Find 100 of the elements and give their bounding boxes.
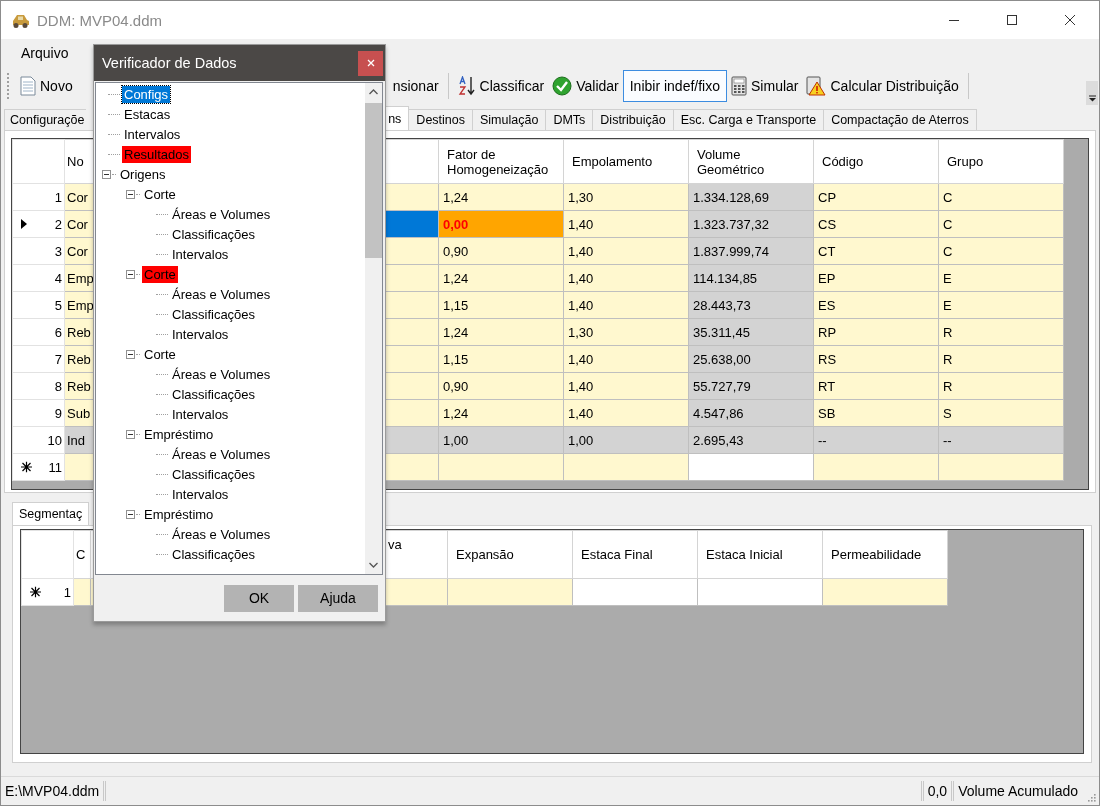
table-cell[interactable]: 1,15 xyxy=(438,291,564,319)
row-header[interactable]: 4 xyxy=(12,264,65,292)
collapse-icon[interactable] xyxy=(126,349,135,359)
tree-item[interactable]: Intervalos xyxy=(170,245,231,263)
collapse-icon[interactable] xyxy=(126,269,135,279)
table-cell[interactable]: CT xyxy=(813,237,939,265)
row-header[interactable]: 5 xyxy=(12,291,65,319)
collapse-icon[interactable] xyxy=(126,509,135,519)
tree-item[interactable]: Classificações xyxy=(170,385,258,403)
row-header[interactable]: 7 xyxy=(12,345,65,373)
column-header[interactable]: Código xyxy=(813,139,939,184)
tree-item[interactable]: Estacas xyxy=(122,105,173,123)
table-cell[interactable] xyxy=(697,578,823,606)
tab[interactable]: Configuraçõe xyxy=(4,109,87,130)
table-cell[interactable] xyxy=(813,453,939,481)
tab[interactable]: Distribuição xyxy=(592,109,674,130)
collapse-icon[interactable] xyxy=(126,189,135,199)
toolbar-button[interactable]: nsionar xyxy=(388,70,443,102)
table-cell[interactable]: 55.727,79 xyxy=(688,372,814,400)
table-cell[interactable]: 1,30 xyxy=(563,318,689,346)
table-cell[interactable]: 1,30 xyxy=(563,183,689,211)
table-cell[interactable]: 1,00 xyxy=(438,426,564,454)
table-cell[interactable]: RS xyxy=(813,345,939,373)
tab[interactable]: Simulação xyxy=(472,109,547,130)
table-cell[interactable]: EP xyxy=(813,264,939,292)
table-cell[interactable]: CS xyxy=(813,210,939,238)
table-cell[interactable]: 1.323.737,32 xyxy=(688,210,814,238)
table-cell[interactable]: 2.695,43 xyxy=(688,426,814,454)
table-cell[interactable]: R xyxy=(938,318,1064,346)
table-cell[interactable]: RT xyxy=(813,372,939,400)
table-cell[interactable] xyxy=(688,453,814,481)
toolbar-button[interactable]: Inibir indef/fixo xyxy=(622,70,727,102)
table-cell[interactable]: SB xyxy=(813,399,939,427)
tree-item[interactable]: Corte xyxy=(142,265,178,283)
column-header[interactable]: va xyxy=(385,530,448,579)
table-cell[interactable]: 1,24 xyxy=(438,318,564,346)
tree-item[interactable]: Corte xyxy=(142,345,178,363)
tree-item[interactable]: Intervalos xyxy=(170,485,231,503)
table-cell[interactable]: 1.334.128,69 xyxy=(688,183,814,211)
tab[interactable]: Esc. Carga e Transporte xyxy=(672,109,825,130)
dialog-button[interactable]: Ajuda xyxy=(298,584,378,612)
tree-item[interactable]: Áreas e Volumes xyxy=(170,205,273,223)
table-cell[interactable]: 1,24 xyxy=(438,183,564,211)
row-header[interactable]: 6 xyxy=(12,318,65,346)
row-header[interactable]: 1 xyxy=(21,578,74,606)
dialog-button[interactable]: OK xyxy=(224,584,294,612)
column-header[interactable]: Estaca Final xyxy=(572,530,698,579)
table-cell[interactable]: R xyxy=(938,372,1064,400)
tree-item[interactable]: Corte xyxy=(142,185,178,203)
table-cell[interactable] xyxy=(938,453,1064,481)
row-header[interactable]: 8 xyxy=(12,372,65,400)
row-header[interactable]: 3 xyxy=(12,237,65,265)
toolbar-button[interactable]: Calcular Distribuição xyxy=(802,70,963,102)
menu-item[interactable]: Arquivo xyxy=(13,42,77,63)
tree-item[interactable]: Classificações xyxy=(170,465,258,483)
toolbar-button[interactable]: Novo xyxy=(16,70,77,102)
tab[interactable]: Compactação de Aterros xyxy=(823,109,977,130)
column-header[interactable]: Volume Geométrico xyxy=(688,139,814,184)
table-cell[interactable]: 1,40 xyxy=(563,399,689,427)
column-header[interactable]: Permeabilidade xyxy=(822,530,948,579)
scroll-thumb[interactable] xyxy=(365,103,382,258)
row-header[interactable]: 10 xyxy=(12,426,65,454)
column-header[interactable]: Fator de Homogeneização xyxy=(438,139,564,184)
table-cell[interactable]: 28.443,73 xyxy=(688,291,814,319)
tree-item[interactable]: Configs xyxy=(122,85,171,103)
table-cell[interactable]: 1,24 xyxy=(438,264,564,292)
tree-item[interactable]: Áreas e Volumes xyxy=(170,365,273,383)
table-cell[interactable]: S xyxy=(938,399,1064,427)
row-header[interactable]: 1 xyxy=(12,183,65,211)
tree-item[interactable]: Intervalos xyxy=(122,125,183,143)
table-cell[interactable]: 25.638,00 xyxy=(688,345,814,373)
toolbar-button[interactable]: Validar xyxy=(548,70,623,102)
row-header[interactable]: 2 xyxy=(12,210,65,238)
tree-item[interactable]: Classificações xyxy=(170,225,258,243)
column-header[interactable]: Expansão xyxy=(447,530,573,579)
table-cell[interactable]: 1,40 xyxy=(563,264,689,292)
tree-item[interactable]: Áreas e Volumes xyxy=(170,525,273,543)
tree-item[interactable]: Origens xyxy=(118,165,168,183)
table-cell[interactable]: 0,90 xyxy=(438,237,564,265)
table-cell[interactable]: 35.311,45 xyxy=(688,318,814,346)
toolbar-overflow-button[interactable] xyxy=(1086,81,1098,105)
table-cell[interactable]: -- xyxy=(813,426,939,454)
tree-item[interactable]: Áreas e Volumes xyxy=(170,445,273,463)
table-cell[interactable] xyxy=(572,578,698,606)
close-button[interactable] xyxy=(358,50,383,76)
tree-item[interactable]: Classificações xyxy=(170,545,258,563)
table-cell[interactable]: 1,40 xyxy=(563,345,689,373)
scrollbar[interactable] xyxy=(365,83,382,574)
table-cell[interactable]: E xyxy=(938,264,1064,292)
table-cell[interactable] xyxy=(438,453,564,481)
table-cell[interactable]: C xyxy=(938,210,1064,238)
resize-grip-icon[interactable] xyxy=(1086,792,1096,802)
table-cell[interactable]: 0,90 xyxy=(438,372,564,400)
tab[interactable]: Segmentaç xyxy=(12,502,90,525)
table-cell[interactable]: 114.134,85 xyxy=(688,264,814,292)
row-header[interactable]: 11 xyxy=(12,453,65,481)
toolbar-button[interactable]: Classificar xyxy=(453,70,549,102)
column-header[interactable]: No xyxy=(64,139,95,184)
column-header[interactable]: Grupo xyxy=(938,139,1064,184)
table-cell[interactable]: RP xyxy=(813,318,939,346)
